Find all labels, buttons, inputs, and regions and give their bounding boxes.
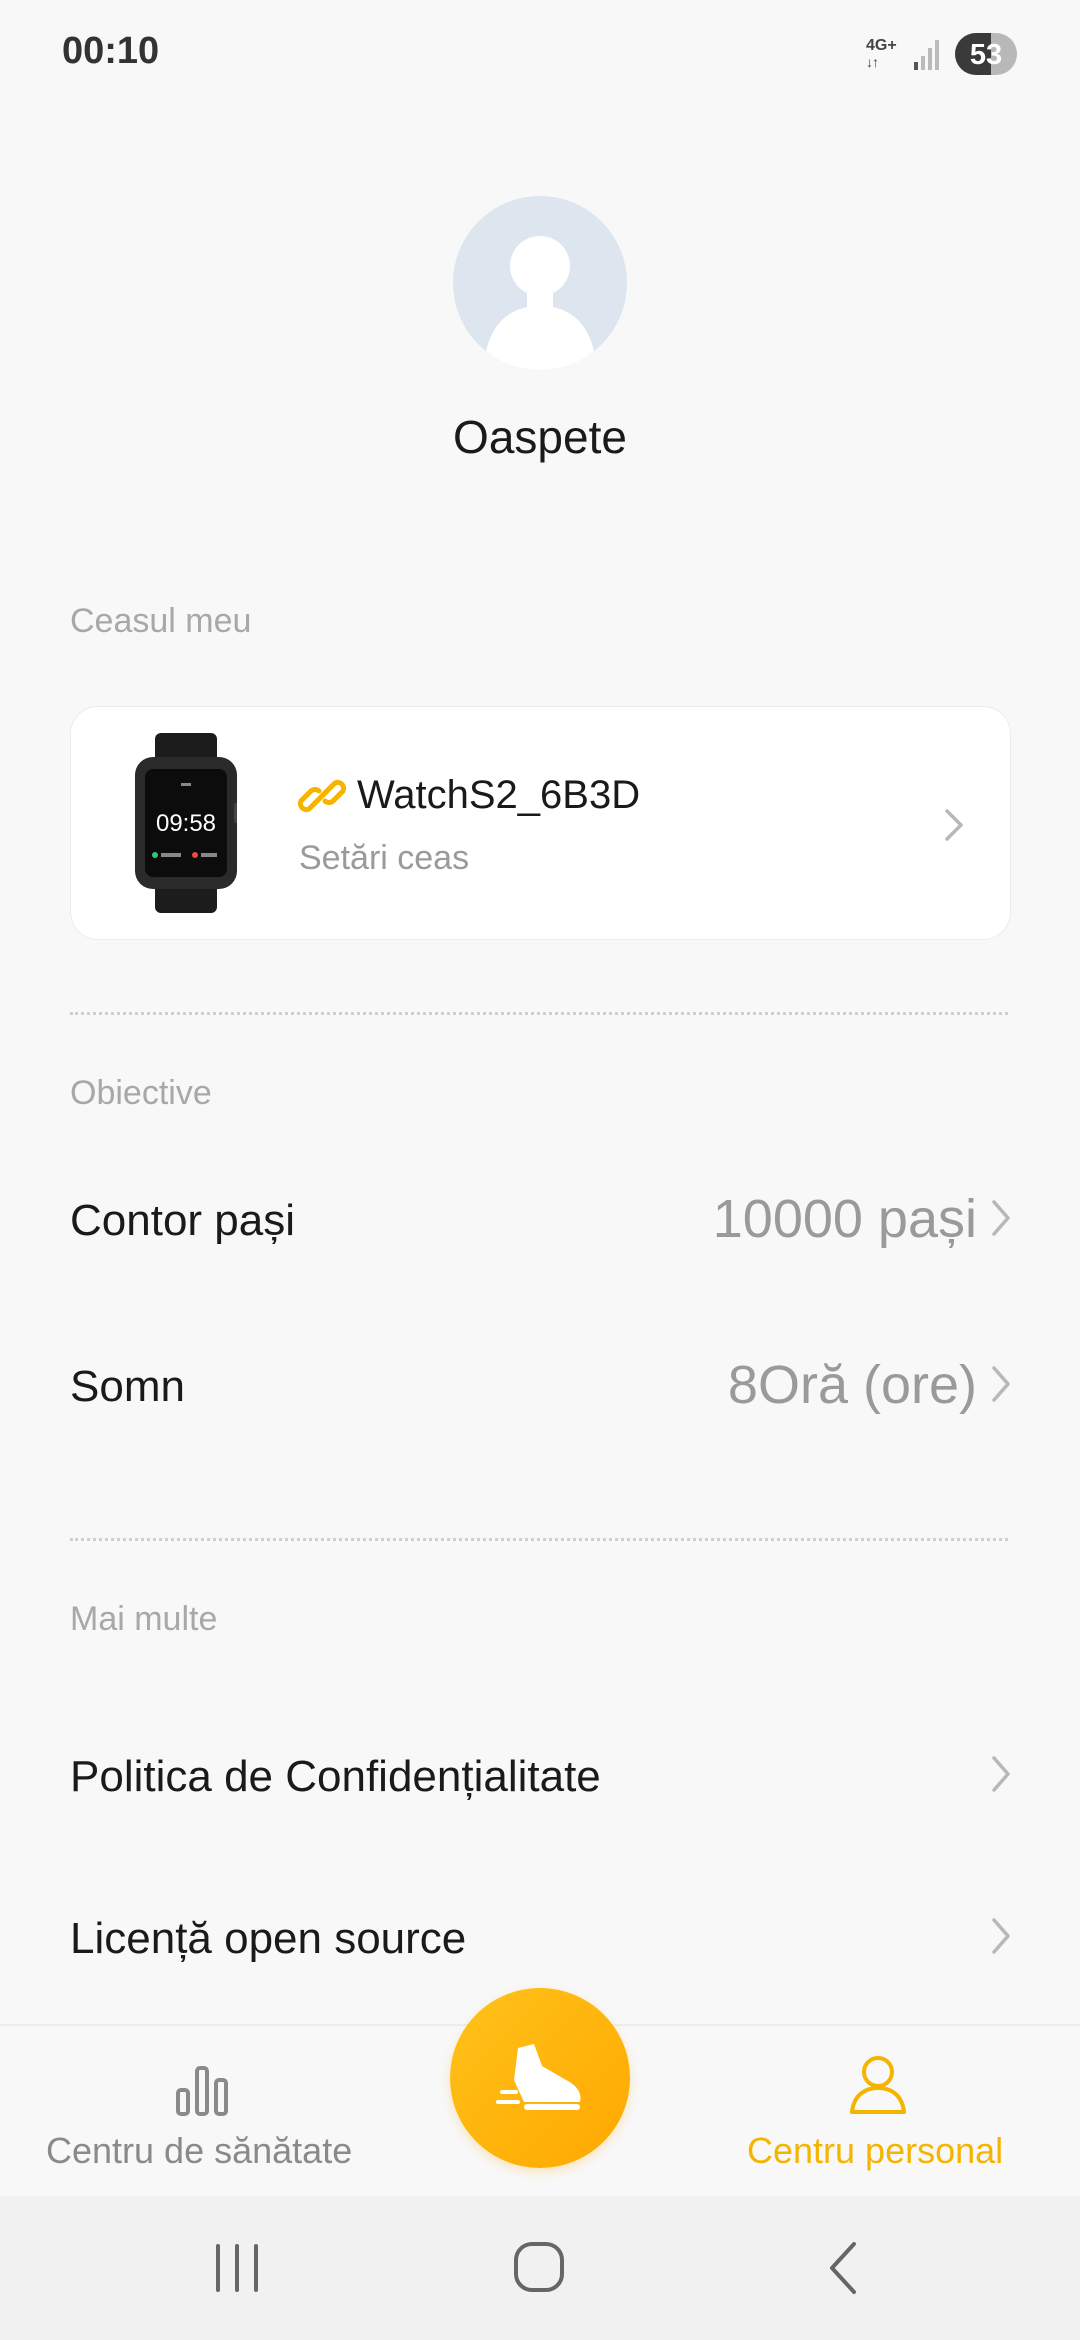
network-type: 4G+ ↓↑ [866,38,897,71]
section-label-more: Mai multe [70,1600,218,1638]
battery-icon: 53 [955,33,1017,75]
signal-icon [914,40,939,70]
tab-personal-center-label: Centru personal [747,2130,1004,2171]
default-user-icon [483,236,597,370]
divider [70,1538,1008,1541]
profile-name[interactable]: Oaspete [0,410,1080,464]
section-label-goals: Obiective [70,1074,212,1112]
network-label: 4G+ [866,37,897,54]
privacy-policy-label: Politica de Confidențialitate [70,1752,601,1801]
watch-card[interactable]: 09:58 WatchS2_6B3D Setări ceas [70,706,1011,940]
section-label-my-watch: Ceasul meu [70,602,252,640]
bar-chart-icon [176,2066,228,2116]
back-icon[interactable] [826,2240,860,2296]
watch-face-time: 09:58 [156,810,216,837]
link-icon [297,779,347,813]
divider [70,1012,1008,1015]
avatar[interactable] [453,196,627,370]
status-bar: 00:10 4G+ ↓↑ 53 [0,0,1080,110]
system-nav-bar [0,2196,1080,2340]
chevron-right-icon [945,809,963,841]
start-workout-button[interactable] [450,1988,630,2168]
watch-settings-label: Setări ceas [299,839,470,877]
status-time: 00:10 [62,30,160,72]
battery-level: 53 [969,39,1003,71]
running-shoe-icon [496,2044,581,2110]
chevron-right-icon [992,1366,1010,1402]
goal-sleep-value: 8Oră (ore) [727,1355,977,1415]
goal-sleep-label: Somn [70,1362,185,1411]
chevron-right-icon [992,1200,1010,1236]
tab-health-center-label: Centru de sănătate [46,2130,353,2171]
goal-steps-value: 10000 pași [712,1189,977,1249]
data-arrows-icon: ↓↑ [866,54,879,70]
person-icon [850,2056,906,2114]
chevron-right-icon [992,1918,1010,1954]
home-icon[interactable] [512,2240,566,2294]
open-source-license-label: Licență open source [70,1914,467,1963]
goal-steps-label: Contor pași [70,1196,296,1245]
recents-icon[interactable] [212,2242,262,2294]
chevron-right-icon [992,1756,1010,1792]
watch-image: 09:58 [135,733,237,913]
watch-device-name: WatchS2_6B3D [357,773,641,817]
